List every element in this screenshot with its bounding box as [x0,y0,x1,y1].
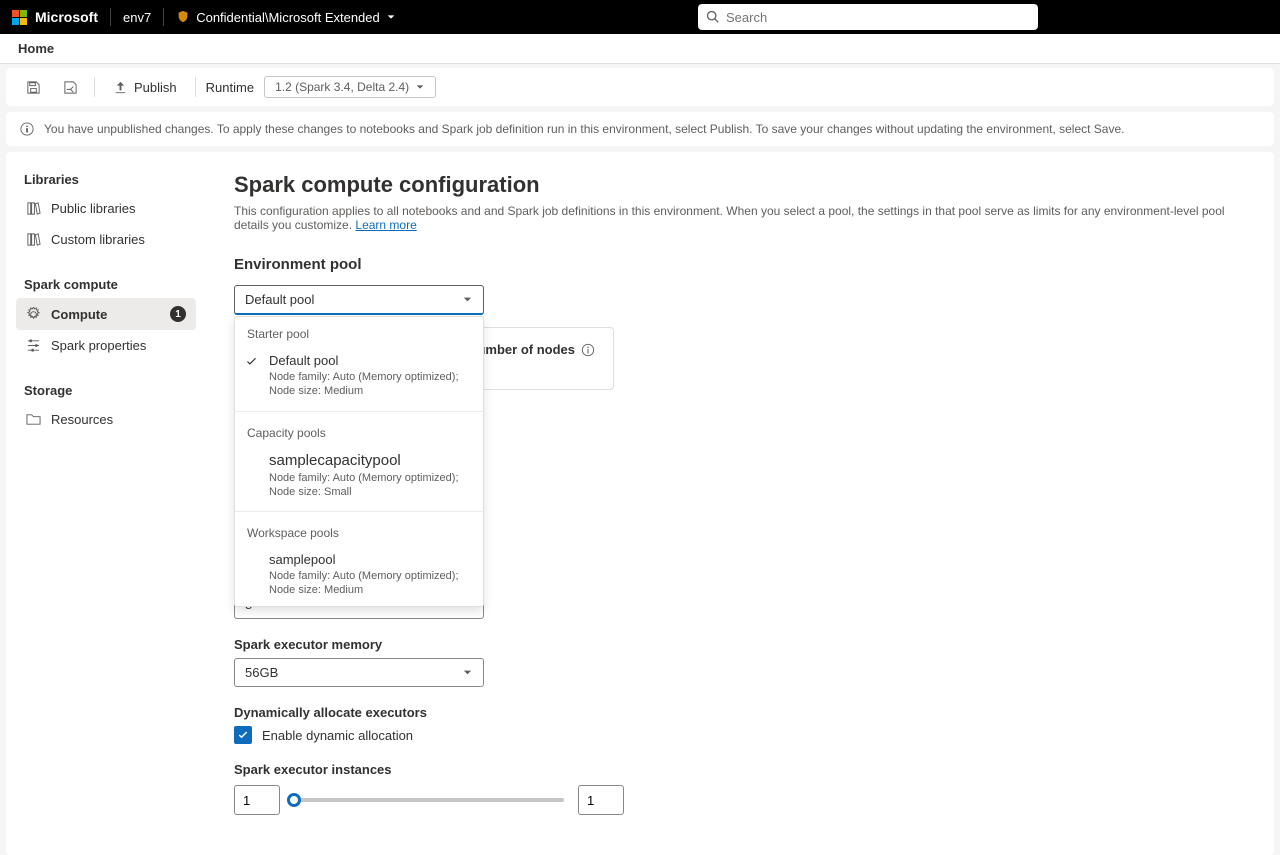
content-area: Libraries Public libraries Custom librar… [6,152,1274,855]
sidebar-item-spark-properties[interactable]: Spark properties [16,330,196,361]
ms-logo-icon [12,10,27,25]
chevron-down-icon [462,667,473,678]
search-input[interactable] [726,10,1030,25]
publish-icon [113,80,128,95]
runtime-value: 1.2 (Spark 3.4, Delta 2.4) [275,80,409,94]
discard-icon [63,80,78,95]
publish-label: Publish [134,80,177,95]
option-title: samplepool [269,552,471,567]
separator [195,77,196,97]
pool-dropdown-panel: Starter pool Default pool Node family: A… [234,316,484,607]
library-icon [26,232,41,247]
dropdown-group-capacity: Capacity pools [235,416,483,444]
separator [163,8,164,26]
microsoft-logo[interactable]: Microsoft [12,9,98,25]
instances-slider[interactable] [294,798,564,802]
nodes-label: Number of nodes [468,342,595,357]
toolbar: Publish Runtime 1.2 (Spark 3.4, Delta 2.… [6,68,1274,106]
sidebar-header-storage: Storage [16,375,196,404]
save-icon [26,80,41,95]
library-icon [26,201,41,216]
option-title: Default pool [269,353,471,368]
environment-pool-select[interactable]: Default pool [234,285,484,315]
dropdown-group-workspace: Workspace pools [235,516,483,544]
properties-icon [26,338,41,353]
search-icon [706,10,720,24]
page-description: This configuration applies to all notebo… [234,204,1246,232]
sensitivity-label[interactable]: Confidential\Microsoft Extended [176,10,396,25]
nodes-value: - 3 [468,361,595,375]
sidebar-item-public-libraries[interactable]: Public libraries [16,193,196,224]
learn-more-link[interactable]: Learn more [355,218,416,232]
sidebar-label: Compute [51,307,107,322]
environment-name[interactable]: env7 [123,10,151,25]
brand-text: Microsoft [35,9,98,25]
gear-icon [26,307,41,322]
option-desc: Node family: Auto (Memory optimized); No… [269,569,471,598]
badge: 1 [170,306,186,322]
option-desc: Node family: Auto (Memory optimized); No… [269,370,471,399]
dynamic-allocation-checkbox-label: Enable dynamic allocation [262,728,413,743]
dynamic-allocation-checkbox[interactable] [234,726,252,744]
top-bar: Microsoft env7 Confidential\Microsoft Ex… [0,0,1280,34]
dropdown-option-default-pool[interactable]: Default pool Node family: Auto (Memory o… [235,345,483,407]
info-icon[interactable] [581,343,595,357]
check-icon [245,355,258,371]
environment-pool-title: Environment pool [234,256,1246,273]
sidebar-item-resources[interactable]: Resources [16,404,196,435]
publish-button[interactable]: Publish [105,76,185,99]
dropdown-option-workspace-pool[interactable]: samplepool Node family: Auto (Memory opt… [235,544,483,606]
info-banner: You have unpublished changes. To apply t… [6,112,1274,146]
sidebar-label: Resources [51,412,113,427]
divider [235,511,483,512]
runtime-dropdown[interactable]: 1.2 (Spark 3.4, Delta 2.4) [264,76,436,98]
sidebar-label: Custom libraries [51,232,145,247]
dynamic-allocation-label: Dynamically allocate executors [234,705,1246,720]
folder-icon [26,412,41,427]
sensitivity-text: Confidential\Microsoft Extended [196,10,380,25]
sidebar-item-custom-libraries[interactable]: Custom libraries [16,224,196,255]
runtime-label: Runtime [206,80,254,95]
check-icon [237,729,249,741]
sidebar-label: Public libraries [51,201,136,216]
executor-memory-select[interactable]: 56GB [234,658,484,687]
sidebar-header-libraries: Libraries [16,164,196,193]
banner-text: You have unpublished changes. To apply t… [44,122,1125,136]
min-instances-input[interactable] [234,785,280,815]
separator [110,8,111,26]
option-desc: Node family: Auto (Memory optimized); No… [269,471,471,500]
executor-memory-value: 56GB [245,665,278,680]
search-box[interactable] [698,4,1038,30]
sidebar-header-spark-compute: Spark compute [16,269,196,298]
sidebar-item-compute[interactable]: Compute 1 [16,298,196,330]
option-title: samplecapacitypool [269,452,471,469]
chevron-down-icon [386,12,396,22]
breadcrumb-home[interactable]: Home [18,41,54,56]
slider-thumb[interactable] [287,793,301,807]
executor-memory-label: Spark executor memory [234,637,1246,652]
page-title: Spark compute configuration [234,172,1246,198]
chevron-down-icon [415,82,425,92]
breadcrumb-bar: Home [0,34,1280,64]
dropdown-group-starter: Starter pool [235,317,483,345]
save-button[interactable] [20,76,47,99]
sidebar: Libraries Public libraries Custom librar… [6,152,206,855]
main-panel: Spark compute configuration This configu… [206,152,1274,855]
executor-instances-label: Spark executor instances [234,762,1246,777]
sidebar-label: Spark properties [51,338,146,353]
discard-button[interactable] [57,76,84,99]
info-icon [20,122,34,136]
pool-selected-value: Default pool [245,292,314,307]
chevron-down-icon [462,294,473,305]
dropdown-option-capacity-pool[interactable]: samplecapacitypool Node family: Auto (Me… [235,444,483,508]
separator [94,77,95,97]
max-instances-input[interactable] [578,785,624,815]
shield-icon [176,10,190,24]
divider [235,411,483,412]
